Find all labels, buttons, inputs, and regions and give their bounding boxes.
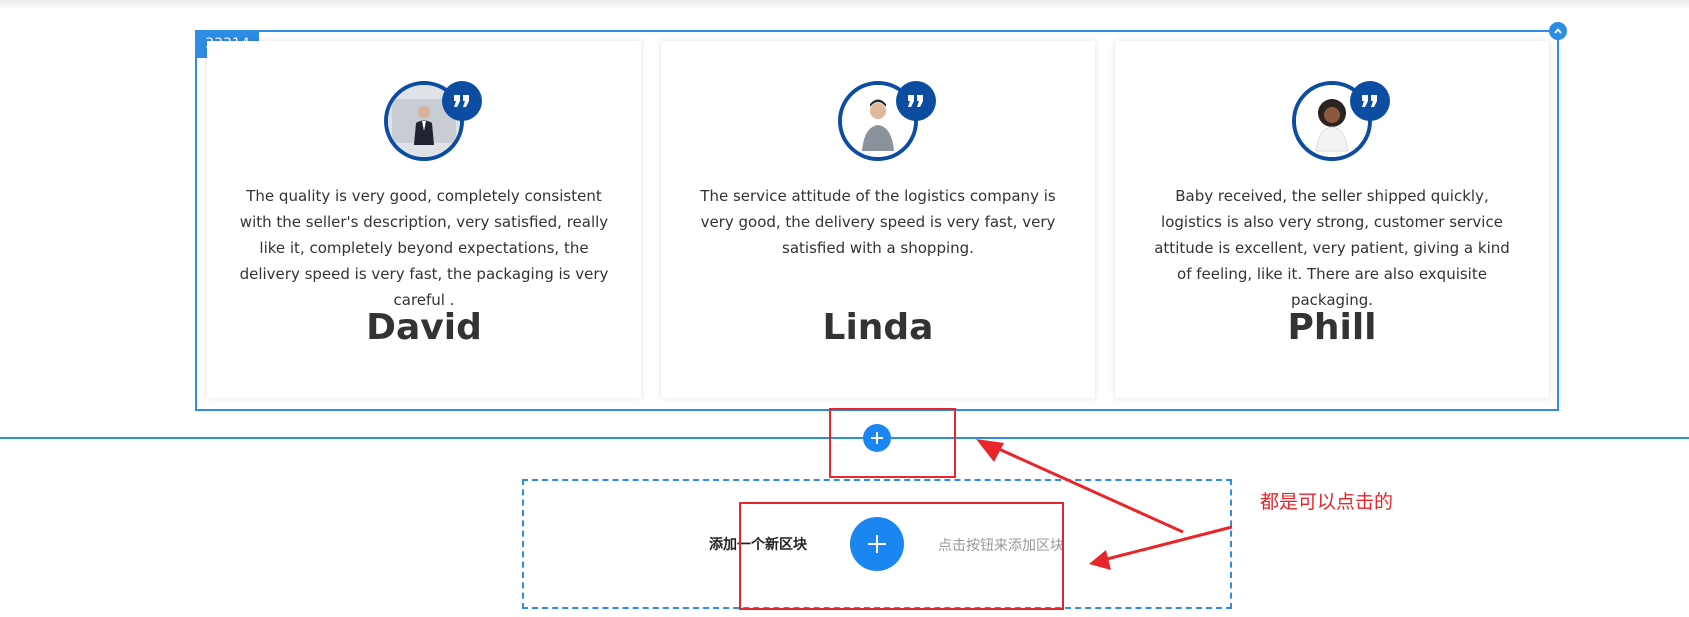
arrow-to-insert-button <box>976 439 1184 534</box>
annotation-arrows <box>976 439 1233 570</box>
arrow-to-add-block <box>1089 525 1233 570</box>
